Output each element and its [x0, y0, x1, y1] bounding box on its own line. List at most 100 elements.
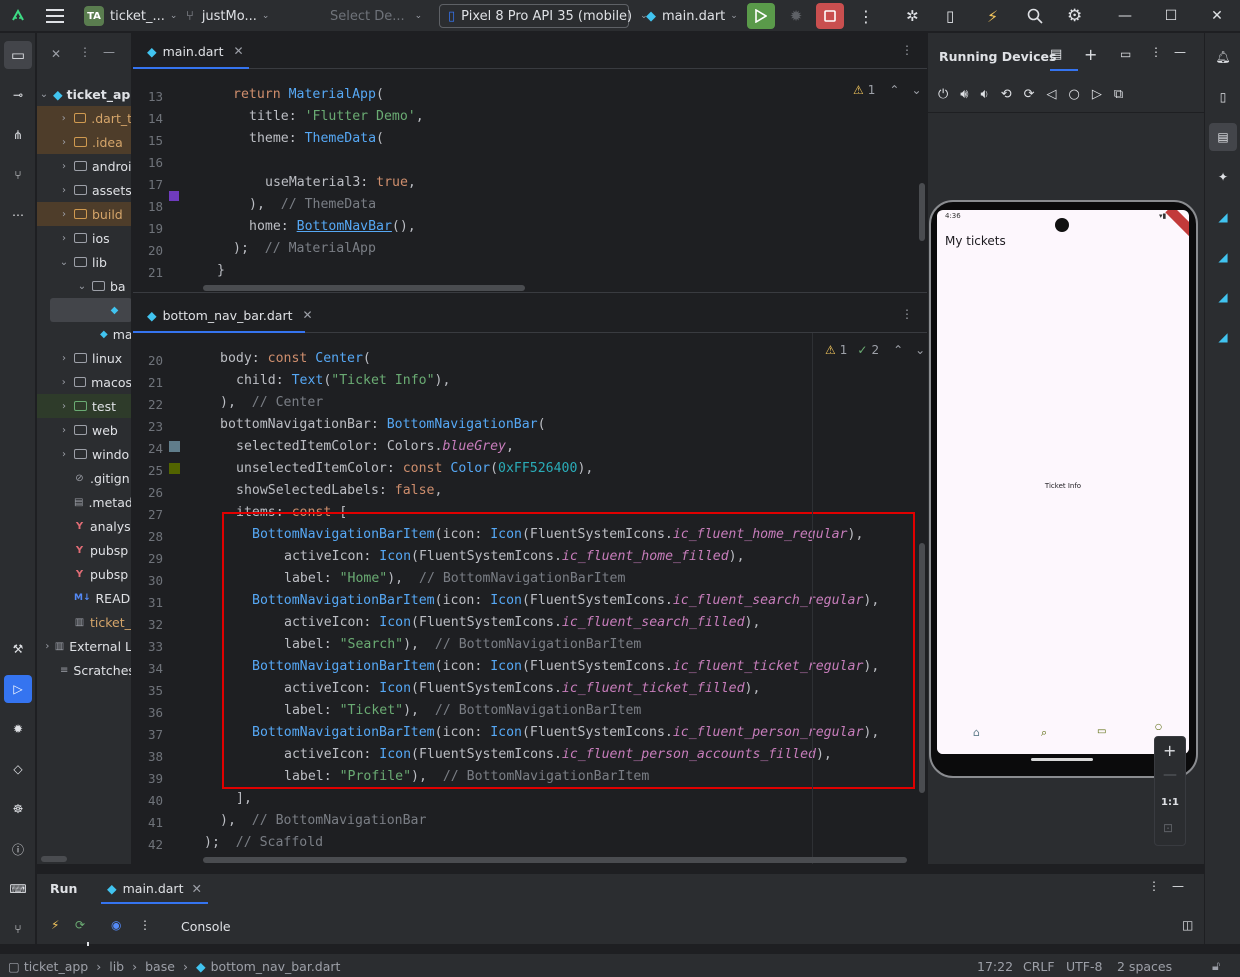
- tab-options-button[interactable]: ⋮: [901, 43, 913, 57]
- panel-options-button[interactable]: ⋮: [1150, 45, 1162, 59]
- add-device-button[interactable]: +: [1084, 45, 1097, 64]
- file-encoding[interactable]: UTF-8: [1066, 954, 1102, 977]
- caret-position[interactable]: 17:22: [977, 954, 1013, 977]
- tree-item-analysis-options[interactable]: Yanalys: [37, 514, 131, 538]
- tree-item-linux[interactable]: › linux: [37, 346, 131, 370]
- tree-item-external-libraries[interactable]: › ▥ External L: [37, 634, 131, 658]
- zoom-fit-button[interactable]: ⊡: [1163, 821, 1173, 835]
- volume-up-icon[interactable]: 🔊︎: [960, 87, 968, 102]
- tree-item-main[interactable]: ◆ ma: [37, 322, 131, 346]
- tree-item-bottom-nav-bar[interactable]: ◆: [50, 298, 131, 322]
- app-quality-tool-button[interactable]: ◇: [4, 755, 32, 783]
- rotate-right-icon[interactable]: ⟳: [1024, 87, 1035, 102]
- hide-panel-button[interactable]: —: [1174, 45, 1186, 59]
- run-panel-options-button[interactable]: ⋮: [1148, 879, 1160, 893]
- collapse-all-button[interactable]: ✕: [51, 47, 61, 61]
- logcat-tool-button[interactable]: ☸: [4, 795, 32, 823]
- device-manager-button[interactable]: ▯: [946, 0, 954, 32]
- horizontal-scrollbar[interactable]: [203, 857, 907, 863]
- tree-item-idea[interactable]: › .idea: [37, 130, 131, 154]
- close-window-button[interactable]: ✕: [1194, 0, 1240, 32]
- debug-button[interactable]: ✹: [782, 3, 810, 29]
- tree-item-ticket-iml[interactable]: ▥ ticket_: [37, 610, 131, 634]
- power-icon[interactable]: ⏻: [938, 87, 948, 102]
- run-button[interactable]: [747, 3, 775, 29]
- zoom-out-button[interactable]: —: [1163, 767, 1177, 783]
- tree-item-scratches[interactable]: ≡ Scratches: [37, 658, 131, 682]
- project-tool-button[interactable]: ▭: [4, 41, 32, 69]
- zoom-actual-size-button[interactable]: 1:1: [1161, 797, 1179, 808]
- home-icon[interactable]: ⌂: [973, 726, 980, 739]
- attach-debugger-button[interactable]: ✲: [906, 0, 919, 32]
- device-tab[interactable]: ▤: [1050, 47, 1078, 71]
- breadcrumb-item[interactable]: lib: [109, 959, 124, 974]
- maximize-button[interactable]: ☐: [1148, 0, 1194, 32]
- tree-item-assets[interactable]: › assets: [37, 178, 131, 202]
- console-tab[interactable]: Console: [181, 919, 231, 934]
- branch-selector[interactable]: ⑂ justMo... ⌄: [186, 0, 269, 32]
- phone-screen[interactable]: 4:36 ▾▮ My tickets Ticket Info ⌂ ⌕ ▭ ○: [937, 210, 1189, 754]
- build-tool-button[interactable]: ⚒: [4, 635, 32, 663]
- tree-item-build[interactable]: › build: [37, 202, 131, 226]
- devtools-button[interactable]: ◉: [111, 918, 121, 932]
- indent-setting[interactable]: 2 spaces: [1117, 954, 1172, 977]
- flutter-inspector-button[interactable]: ◢: [1209, 203, 1237, 231]
- tree-item-test[interactable]: › test: [37, 394, 131, 418]
- tree-item-android[interactable]: › androi: [37, 154, 131, 178]
- tree-item-windows[interactable]: › windo: [37, 442, 131, 466]
- flutter-devtools-button[interactable]: ◢: [1209, 323, 1237, 351]
- more-tools-button[interactable]: ⋯: [4, 201, 32, 229]
- flutter-performance-button[interactable]: ◢: [1209, 283, 1237, 311]
- device-selector[interactable]: Select De... ⌄: [330, 0, 422, 32]
- read-only-toggle[interactable]: 🔓︎: [1212, 954, 1220, 977]
- zoom-in-button[interactable]: +: [1163, 741, 1176, 760]
- run-tool-button[interactable]: ▷: [4, 675, 32, 703]
- tree-item-gitignore[interactable]: ⊘ .gitign: [37, 466, 131, 490]
- more-run-actions-button[interactable]: ⋮: [139, 918, 151, 932]
- tree-item-pubspec-lock[interactable]: Ypubsp: [37, 538, 131, 562]
- tree-item-macos[interactable]: › macos: [37, 370, 131, 394]
- version-control-tool-button[interactable]: ⑂: [4, 915, 32, 943]
- hide-panel-button[interactable]: —: [103, 45, 115, 59]
- options-button[interactable]: ⋮: [79, 45, 91, 59]
- tree-root[interactable]: ⌄ ◆ ticket_ap: [37, 82, 131, 106]
- stop-button[interactable]: [816, 3, 844, 29]
- close-icon[interactable]: ✕: [303, 308, 313, 322]
- back-icon[interactable]: ◁: [1047, 87, 1057, 102]
- horizontal-scrollbar[interactable]: [203, 285, 525, 291]
- structure-tool-button[interactable]: ⋔: [4, 121, 32, 149]
- tree-item-lib[interactable]: ⌄ lib: [37, 250, 131, 274]
- project-selector[interactable]: TA ticket_... ⌄: [84, 0, 177, 32]
- breadcrumb-item[interactable]: bottom_nav_bar.dart: [211, 959, 341, 974]
- more-actions-button[interactable]: ⋮: [858, 0, 874, 32]
- pull-requests-tool-button[interactable]: ⑂: [4, 161, 32, 189]
- tree-item-base[interactable]: ⌄ ba: [37, 274, 131, 298]
- line-separator[interactable]: CRLF: [1023, 954, 1055, 977]
- screenshot-icon[interactable]: ⧉: [1114, 87, 1123, 102]
- search-button[interactable]: [1027, 0, 1043, 32]
- rotate-left-icon[interactable]: ⟲: [1001, 87, 1012, 102]
- hot-restart-button[interactable]: ⟳: [75, 918, 85, 932]
- running-devices-button[interactable]: ▤: [1209, 123, 1237, 151]
- tree-item-ios[interactable]: › ios: [37, 226, 131, 250]
- run-device-selector[interactable]: ▯ Pixel 8 Pro API 35 (mobile) ⌄: [439, 4, 648, 28]
- debug-tool-button[interactable]: ✹: [4, 715, 32, 743]
- tab-options-button[interactable]: ⋮: [901, 307, 913, 321]
- run-config-selector[interactable]: ◆ main.dart ⌄: [646, 0, 738, 32]
- problems-tool-button[interactable]: ⓘ: [4, 835, 32, 863]
- code-area[interactable]: return MaterialApp( title: 'Flutter Demo…: [133, 69, 927, 292]
- gemini-button[interactable]: ✦: [1209, 163, 1237, 191]
- volume-down-icon[interactable]: 🔉︎: [981, 87, 989, 102]
- tab-bottom-nav-bar[interactable]: ◆ bottom_nav_bar.dart ✕: [133, 297, 313, 333]
- main-menu-button[interactable]: [46, 0, 64, 32]
- close-icon[interactable]: ✕: [233, 44, 243, 58]
- tree-item-dart-tool[interactable]: › .dart_t: [37, 106, 131, 130]
- commit-tool-button[interactable]: ⊸: [4, 81, 32, 109]
- breadcrumb-item[interactable]: ticket_app: [24, 959, 88, 974]
- search-icon[interactable]: ⌕: [1041, 726, 1047, 740]
- layout-toggle-button[interactable]: ◫: [1182, 918, 1193, 932]
- close-icon[interactable]: ✕: [191, 881, 201, 896]
- home-icon[interactable]: ○: [1069, 87, 1080, 102]
- tree-item-web[interactable]: › web: [37, 418, 131, 442]
- vertical-scrollbar[interactable]: [919, 543, 925, 793]
